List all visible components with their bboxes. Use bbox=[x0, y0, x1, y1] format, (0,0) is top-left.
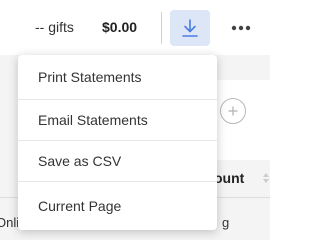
gifts-total-amount: $0.00 bbox=[102, 19, 138, 35]
gifts-count-label: -- gifts bbox=[35, 19, 74, 35]
plus-circle-icon bbox=[228, 106, 238, 116]
more-horizontal-icon bbox=[231, 25, 251, 31]
menu-item-print-statements[interactable]: Print Statements bbox=[18, 55, 217, 100]
add-button[interactable] bbox=[220, 98, 246, 124]
toolbar: -- gifts $0.00 bbox=[0, 0, 270, 55]
column-header-count: ount bbox=[214, 170, 245, 186]
menu-item-current-page[interactable]: Current Page bbox=[18, 182, 217, 230]
download-button[interactable] bbox=[170, 10, 210, 46]
download-dropdown-menu: Print Statements Email Statements Save a… bbox=[18, 55, 217, 230]
sort-icon bbox=[263, 173, 269, 183]
table-row-text: Onli bbox=[0, 215, 20, 230]
more-options-button[interactable] bbox=[228, 16, 254, 40]
toolbar-divider bbox=[161, 12, 162, 44]
menu-item-save-as-csv[interactable]: Save as CSV bbox=[18, 141, 217, 182]
download-icon bbox=[182, 19, 198, 37]
table-row-text-right: g bbox=[222, 215, 230, 230]
menu-item-email-statements[interactable]: Email Statements bbox=[18, 100, 217, 141]
